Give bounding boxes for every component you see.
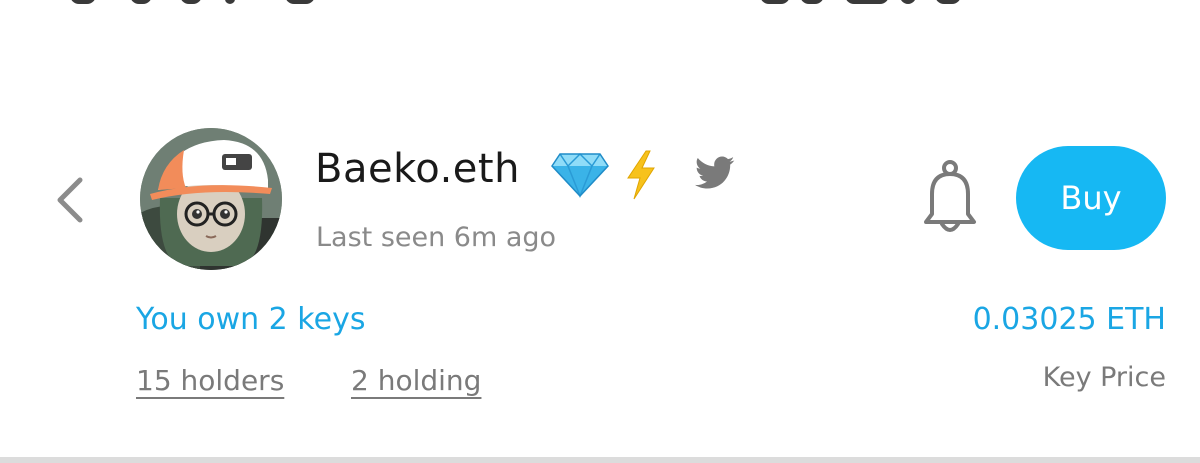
lightning-icon xyxy=(627,150,655,200)
profile-header: Baeko.eth Last seen 6m ago Buy You own 2… xyxy=(0,0,1200,463)
twitter-link[interactable] xyxy=(695,156,735,190)
holders-link[interactable]: 15 holders xyxy=(136,364,284,397)
last-seen-status: Last seen 6m ago xyxy=(316,222,557,253)
back-button[interactable] xyxy=(48,172,92,228)
holding-link[interactable]: 2 holding xyxy=(351,364,481,397)
key-price-value: 0.03025 ETH xyxy=(972,302,1166,337)
keys-owned: You own 2 keys xyxy=(136,302,366,337)
notify-button[interactable] xyxy=(918,150,982,240)
buy-button[interactable]: Buy xyxy=(1016,146,1166,250)
bell-icon xyxy=(924,160,976,232)
diamond-icon xyxy=(551,152,609,198)
avatar-image xyxy=(140,128,282,270)
key-price-label: Key Price xyxy=(1042,362,1166,393)
divider xyxy=(0,457,1200,463)
twitter-icon xyxy=(695,156,735,189)
profile-name: Baeko.eth xyxy=(315,146,520,192)
status-bar xyxy=(0,0,1200,10)
chevron-left-icon xyxy=(57,177,83,223)
avatar[interactable] xyxy=(140,128,282,270)
